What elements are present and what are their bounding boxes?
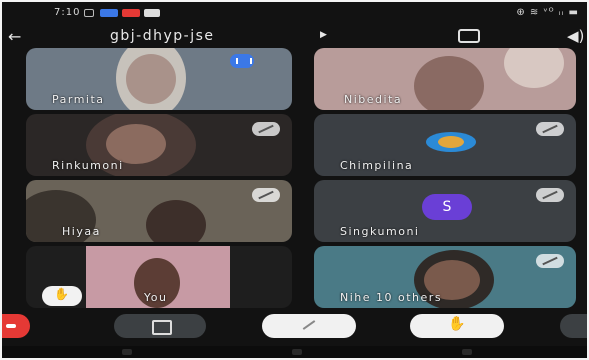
hand-raise-icon[interactable]	[410, 314, 504, 338]
status-bar: 7:10 ⊕ ≋ ᵛᴼ ᵢᵢ ▬	[2, 2, 587, 24]
video-feed	[106, 124, 166, 164]
caret-right-icon[interactable]: ▶	[320, 30, 327, 40]
camera-switch-icon[interactable]	[458, 29, 480, 43]
participant-tile[interactable]: Nibedita	[314, 48, 576, 110]
call-controls	[2, 308, 587, 344]
participant-tile[interactable]: Chimpilina	[314, 114, 576, 176]
video-feed	[146, 200, 206, 242]
phone-screen: 7:10 ⊕ ≋ ᵛᴼ ᵢᵢ ▬ ← gbj-dhyp-jse ▶ ◀) Par…	[2, 2, 587, 358]
video-feed	[126, 54, 176, 104]
participant-name: Nihe 10 others	[340, 291, 443, 304]
participant-name: Hiyaa	[62, 225, 101, 238]
participant-name: Rinkumoni	[52, 159, 124, 172]
mic-off-icon	[536, 254, 564, 268]
participant-tile[interactable]: Nihe 10 others	[314, 246, 576, 308]
participant-name: Parmita	[52, 93, 105, 106]
participant-name: Chimpilina	[340, 159, 414, 172]
video-feed	[414, 56, 484, 110]
avatar	[438, 136, 464, 148]
status-indicators: ⊕ ≋ ᵛᴼ ᵢᵢ ▬	[516, 7, 579, 18]
hand-raise-icon	[42, 286, 82, 306]
participant-tile[interactable]: Hiyaa	[26, 180, 292, 242]
avatar: S	[422, 194, 472, 220]
speaker-icon[interactable]: ◀)	[567, 27, 584, 45]
participant-tile[interactable]: You	[26, 246, 292, 308]
app-icon	[122, 9, 140, 17]
mic-off-icon	[536, 188, 564, 202]
participant-name: Singkumoni	[340, 225, 420, 238]
system-nav-bar	[2, 346, 587, 358]
participant-tile[interactable]: Parmita	[26, 48, 292, 110]
mic-off-icon	[252, 122, 280, 136]
camera-off-icon[interactable]	[114, 314, 206, 338]
notification-icon	[84, 9, 94, 17]
meeting-header: ← gbj-dhyp-jse ▶ ◀)	[2, 24, 587, 50]
app-icon	[144, 9, 160, 17]
video-feed	[504, 48, 564, 88]
app-icon	[100, 9, 118, 17]
end-call-icon[interactable]	[2, 314, 30, 338]
speaking-indicator-icon	[230, 54, 254, 68]
nav-home-icon[interactable]	[292, 349, 302, 355]
participant-name: You	[144, 291, 168, 304]
participant-tile[interactable]: S Singkumoni	[314, 180, 576, 242]
participant-name: Nibedita	[344, 93, 403, 106]
meeting-code[interactable]: gbj-dhyp-jse	[110, 28, 215, 44]
mic-off-icon	[536, 122, 564, 136]
nav-back-icon[interactable]	[462, 349, 472, 355]
mic-off-icon[interactable]	[262, 314, 356, 338]
more-options-icon[interactable]	[560, 314, 587, 338]
back-arrow-icon[interactable]: ←	[8, 27, 21, 46]
mic-off-icon	[252, 188, 280, 202]
status-time: 7:10	[54, 7, 81, 18]
participant-tile[interactable]: Rinkumoni	[26, 114, 292, 176]
nav-recents-icon[interactable]	[122, 349, 132, 355]
